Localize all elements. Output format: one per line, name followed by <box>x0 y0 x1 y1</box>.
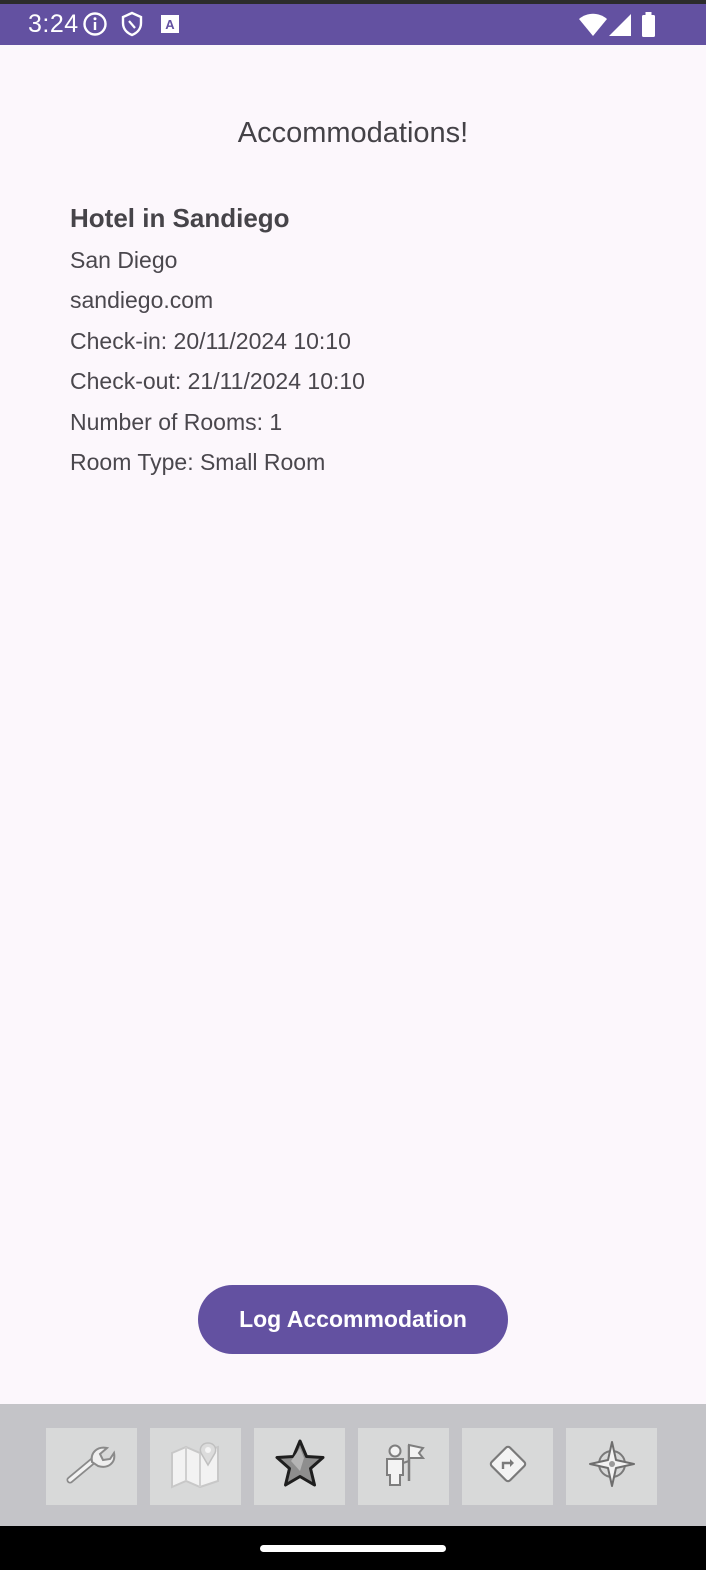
battery-icon <box>641 12 656 43</box>
shield-icon <box>120 11 144 42</box>
status-bar: 3:24 A <box>0 0 706 45</box>
accommodation-name: Hotel in Sandiego <box>70 203 290 233</box>
log-accommodation-button[interactable]: Log Accommodation <box>198 1285 508 1354</box>
accommodation-website: sandiego.com <box>70 287 214 314</box>
accommodation-rooms: Number of Rooms: 1 <box>70 408 283 435</box>
nav-tour-button[interactable] <box>358 1428 449 1505</box>
tour-guide-icon <box>379 1439 429 1494</box>
map-icon <box>168 1439 224 1494</box>
svg-text:A: A <box>165 17 175 32</box>
directions-icon <box>486 1442 530 1491</box>
nav-accommodations-button[interactable] <box>254 1428 345 1505</box>
a-badge-icon: A <box>160 14 180 39</box>
signal-icon <box>608 13 632 42</box>
nav-settings-button[interactable] <box>46 1428 137 1505</box>
bottom-nav <box>0 1404 706 1526</box>
nav-compass-button[interactable] <box>566 1428 657 1505</box>
gesture-nav-bar <box>0 1526 706 1570</box>
accommodation-check-in: Check-in: 20/11/2024 10:10 <box>70 327 351 354</box>
page-title: Accommodations! <box>237 117 469 149</box>
nav-map-button[interactable] <box>150 1428 241 1505</box>
wifi-icon <box>578 13 608 42</box>
status-time: 3:24 <box>28 10 79 38</box>
accommodation-check-out: Check-out: 21/11/2024 10:10 <box>70 368 365 395</box>
accommodation-room-type: Room Type: Small Room <box>70 448 326 475</box>
accommodation-item: Hotel in Sandiego San Diego sandiego.com… <box>70 202 365 488</box>
nav-directions-button[interactable] <box>462 1428 553 1505</box>
info-icon <box>82 11 108 42</box>
home-gesture-handle[interactable] <box>260 1545 446 1552</box>
compass-icon <box>587 1439 637 1494</box>
accommodation-city: San Diego <box>70 247 178 273</box>
wrench-icon <box>64 1440 120 1493</box>
star-icon <box>273 1438 327 1495</box>
